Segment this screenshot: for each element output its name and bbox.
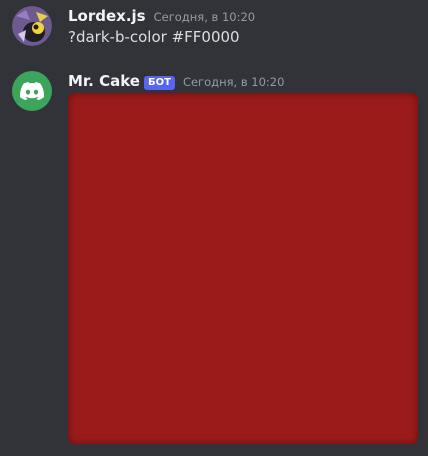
timestamp: Сегодня, в 10:20 [153, 10, 256, 24]
message-content: ?dark-b-color #FF0000 [68, 28, 240, 46]
message-header: Lordex.js Сегодня, в 10:20 [68, 6, 255, 27]
timestamp: Сегодня, в 10:20 [182, 75, 285, 89]
message-header: Mr. Cake БОТ Сегодня, в 10:20 [68, 71, 284, 92]
image-attachment[interactable] [68, 93, 418, 444]
discord-logo-glyph [20, 82, 44, 100]
discord-logo-icon[interactable] [12, 71, 52, 111]
user-avatar-image [12, 6, 52, 46]
message-mr-cake: Mr. Cake БОТ Сегодня, в 10:20 [0, 62, 428, 456]
user-avatar-icon[interactable] [12, 6, 52, 46]
username[interactable]: Mr. Cake [68, 71, 140, 91]
chat-messages: Lordex.js Сегодня, в 10:20 ?dark-b-color… [0, 0, 428, 456]
username[interactable]: Lordex.js [68, 6, 146, 26]
bot-tag: БОТ [143, 75, 175, 90]
message-lordex: Lordex.js Сегодня, в 10:20 ?dark-b-color… [0, 0, 428, 60]
